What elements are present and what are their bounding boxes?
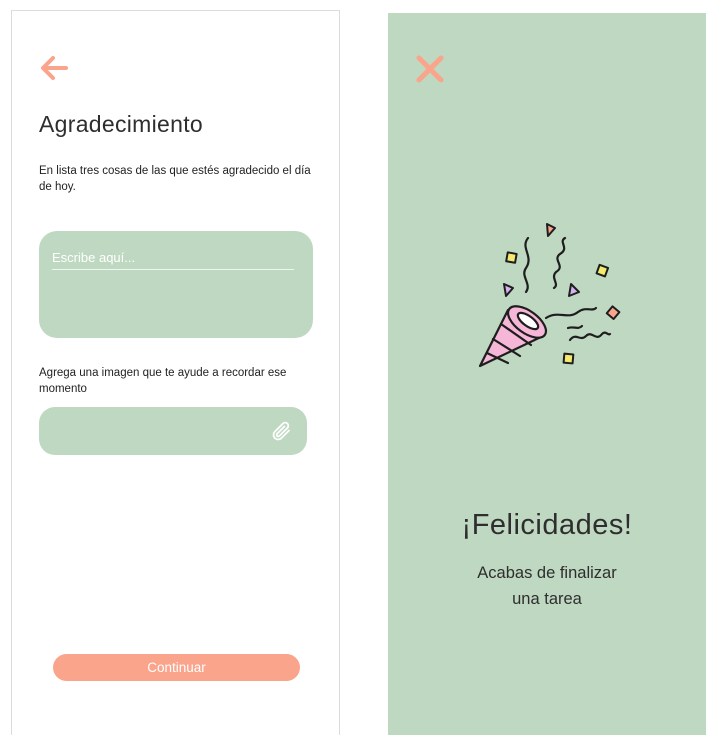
congratulations-heading: ¡Felicidades! <box>461 509 633 541</box>
paperclip-icon <box>272 421 290 441</box>
continue-button[interactable]: Continuar <box>53 654 300 681</box>
completion-message: Acabas de finalizar una tarea <box>388 560 706 612</box>
party-popper-icon <box>478 223 621 368</box>
arrow-left-icon <box>41 56 68 80</box>
back-button[interactable] <box>38 53 70 83</box>
gratitude-screen: Agradecimiento En lista tres cosas de la… <box>11 10 340 735</box>
image-upload-label: Agrega una imagen que te ayude a recorda… <box>39 367 287 395</box>
popper-cone <box>478 305 548 368</box>
instructions-text: En lista tres cosas de las que estés agr… <box>39 165 311 193</box>
completion-message-line1: Acabas de finalizar <box>477 564 617 582</box>
close-x-icon <box>416 55 444 83</box>
success-screen: ¡Felicidades! Acabas de finalizar una ta… <box>388 13 706 735</box>
gratitude-textbox <box>39 231 313 338</box>
completion-message-line2: una tarea <box>512 590 582 608</box>
gratitude-input[interactable] <box>52 245 294 270</box>
page-title: Agradecimiento <box>39 111 204 137</box>
close-button[interactable] <box>415 54 445 84</box>
image-upload-field[interactable] <box>39 407 307 455</box>
